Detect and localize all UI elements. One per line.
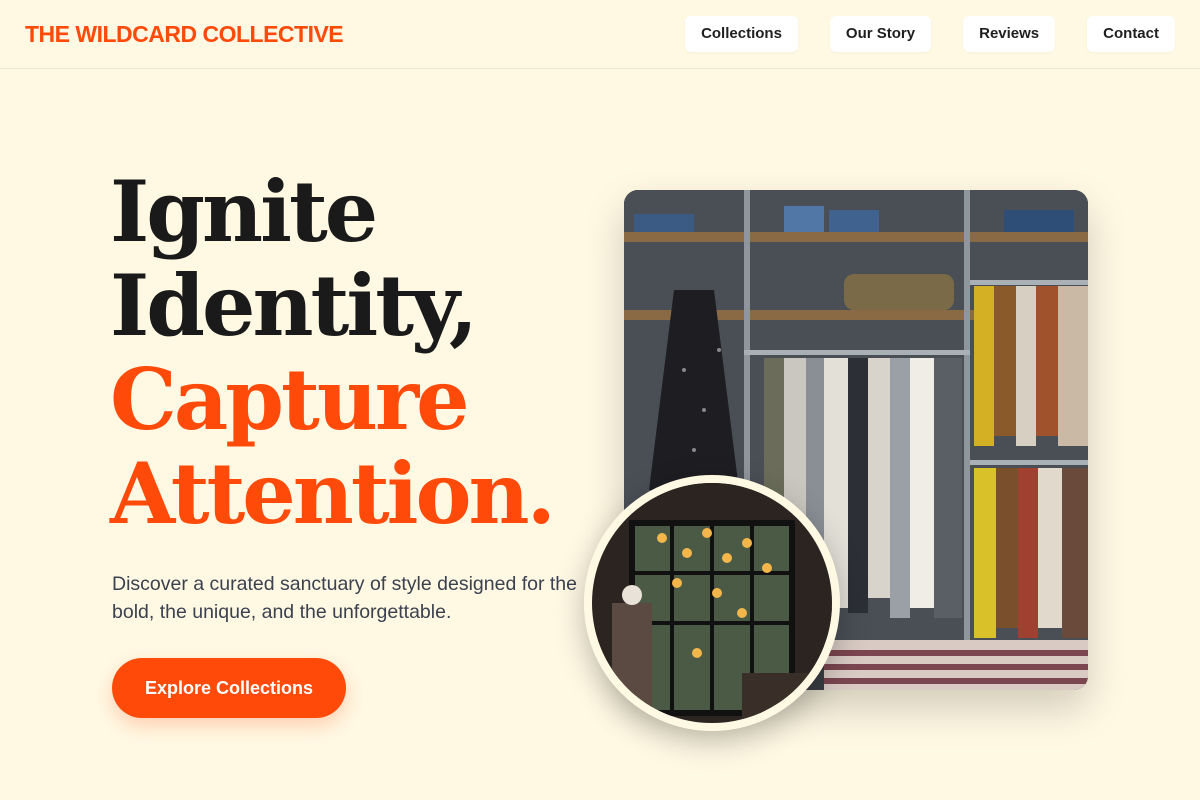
nav-link-reviews[interactable]: Reviews <box>963 16 1056 52</box>
explore-collections-button[interactable]: Explore Collections <box>112 658 346 718</box>
hero-title: Ignite Identity, Capture Attention. <box>110 162 556 543</box>
nav-links: Collections Our Story Reviews Contact <box>685 16 1175 52</box>
brand-logo[interactable]: THE WILDCARD COLLECTIVE <box>25 21 344 48</box>
nav-link-our-story[interactable]: Our Story <box>829 16 932 52</box>
hero-subtitle: Discover a curated sanctuary of style de… <box>112 573 577 623</box>
nav-link-collections[interactable]: Collections <box>685 16 798 52</box>
hero-title-line-3: Capture <box>110 350 470 449</box>
nav-link-contact[interactable]: Contact <box>1087 16 1175 52</box>
boutique-interior-illustration <box>592 483 832 723</box>
boutique-interior-image <box>584 475 840 731</box>
hero-title-line-1: Ignite <box>110 162 378 261</box>
hero-title-line-2: Identity, <box>110 256 478 355</box>
top-nav: THE WILDCARD COLLECTIVE Collections Our … <box>0 0 1200 69</box>
hero-title-line-4: Attention. <box>110 444 556 543</box>
